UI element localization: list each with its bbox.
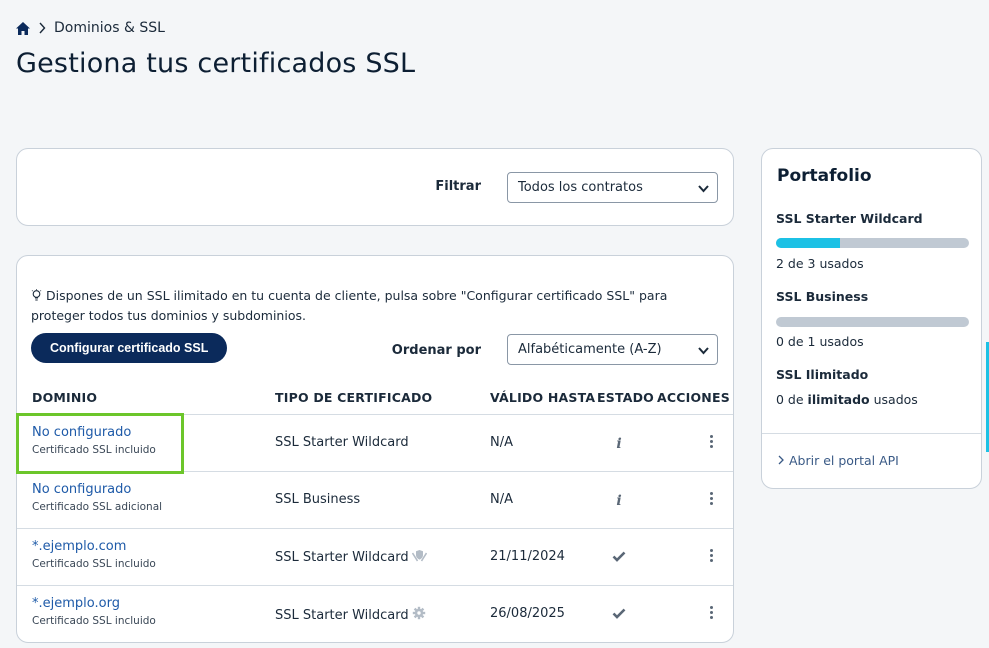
highlight-box bbox=[16, 413, 184, 474]
usage-text: 2 de 3 usados bbox=[776, 256, 864, 271]
chevron-down-icon bbox=[698, 344, 709, 359]
valid-until: N/A bbox=[490, 492, 513, 507]
portfolio-item-label: SSL Starter Wildcard bbox=[776, 211, 923, 226]
info-message: Dispones de un SSL ilimitado en tu cuent… bbox=[31, 287, 721, 325]
portfolio-card: Portafolio SSL Starter Wildcard 2 de 3 u… bbox=[761, 148, 982, 489]
shield-hands-icon bbox=[411, 549, 427, 566]
info-message-text: Dispones de un SSL ilimitado en tu cuent… bbox=[31, 288, 668, 323]
domain-note: Certificado SSL incluido bbox=[32, 615, 156, 627]
domain-note: Certificado SSL adicional bbox=[32, 501, 163, 513]
usage-bar bbox=[776, 238, 969, 248]
portfolio-item-label: SSL Ilimitado bbox=[776, 367, 869, 382]
valid-until: N/A bbox=[490, 435, 513, 450]
check-icon bbox=[611, 604, 627, 623]
header-state[interactable]: ESTADO bbox=[597, 390, 654, 405]
usage-text: 0 de 1 usados bbox=[776, 334, 864, 349]
header-actions: ACCIONES bbox=[657, 390, 730, 405]
breadcrumb: Dominios & SSL bbox=[16, 20, 165, 36]
filter-label: Filtrar bbox=[435, 179, 481, 194]
divider bbox=[762, 433, 981, 434]
home-icon[interactable] bbox=[16, 21, 30, 35]
breadcrumb-current[interactable]: Dominios & SSL bbox=[54, 20, 165, 36]
domain-link[interactable]: *.ejemplo.org bbox=[32, 596, 156, 611]
lightbulb-icon bbox=[31, 289, 42, 307]
sort-label: Ordenar por bbox=[391, 343, 481, 358]
sort-select[interactable]: Alfabéticamente (A-Z) bbox=[507, 334, 718, 365]
certificate-type: SSL Starter Wildcard bbox=[275, 435, 409, 450]
header-certificate-type[interactable]: TIPO DE CERTIFICADO bbox=[275, 390, 432, 405]
check-icon bbox=[611, 547, 627, 566]
chevron-right-icon bbox=[38, 22, 46, 34]
filter-select[interactable]: Todos los contratos bbox=[507, 172, 718, 203]
more-actions-icon[interactable] bbox=[706, 490, 716, 510]
domain-note: Certificado SSL incluido bbox=[32, 558, 156, 570]
valid-until: 26/08/2025 bbox=[490, 606, 565, 621]
chevron-down-icon bbox=[698, 182, 709, 197]
api-portal-link-label: Abrir el portal API bbox=[789, 453, 899, 468]
info-icon[interactable]: i bbox=[616, 436, 621, 452]
portfolio-item-label: SSL Business bbox=[776, 289, 869, 304]
more-actions-icon[interactable] bbox=[706, 547, 716, 567]
certificate-type: SSL Starter Wildcard bbox=[275, 550, 409, 565]
header-valid-until[interactable]: VÁLIDO HASTA bbox=[490, 390, 595, 405]
sort-select-value: Alfabéticamente (A-Z) bbox=[518, 342, 662, 357]
api-portal-link[interactable]: Abrir el portal API bbox=[778, 453, 899, 468]
usage-prefix: 0 de bbox=[776, 392, 808, 407]
table-row: No configurado Certificado SSL adicional… bbox=[17, 471, 733, 528]
filter-select-value: Todos los contratos bbox=[518, 180, 643, 195]
usage-bar-fill bbox=[776, 238, 841, 248]
configure-ssl-button[interactable]: Configurar certificado SSL bbox=[31, 333, 228, 363]
info-icon[interactable]: i bbox=[616, 493, 621, 509]
page-title: Gestiona tus certificados SSL bbox=[16, 48, 416, 79]
domain-link[interactable]: No configurado bbox=[32, 482, 162, 497]
gear-icon bbox=[412, 606, 426, 624]
more-actions-icon[interactable] bbox=[706, 433, 716, 453]
usage-bar bbox=[776, 317, 969, 327]
more-actions-icon[interactable] bbox=[706, 604, 716, 624]
table-row: *.ejemplo.org Certificado SSL incluido S… bbox=[17, 585, 733, 642]
domain-link[interactable]: *.ejemplo.com bbox=[32, 539, 156, 554]
usage-suffix: usados bbox=[869, 392, 918, 407]
certificate-type: SSL Business bbox=[275, 492, 361, 507]
chevron-right-icon bbox=[778, 453, 784, 468]
header-domain[interactable]: DOMINIO bbox=[32, 390, 97, 405]
portfolio-title: Portafolio bbox=[777, 166, 872, 186]
valid-until: 21/11/2024 bbox=[490, 549, 565, 564]
filter-card: Filtrar Todos los contratos bbox=[16, 148, 734, 226]
usage-unlimited: ilimitado bbox=[807, 392, 870, 407]
table-row: *.ejemplo.com Certificado SSL incluido S… bbox=[17, 528, 733, 585]
usage-text: 0 de ilimitado usados bbox=[776, 392, 918, 407]
certificate-type: SSL Starter Wildcard bbox=[275, 607, 409, 623]
